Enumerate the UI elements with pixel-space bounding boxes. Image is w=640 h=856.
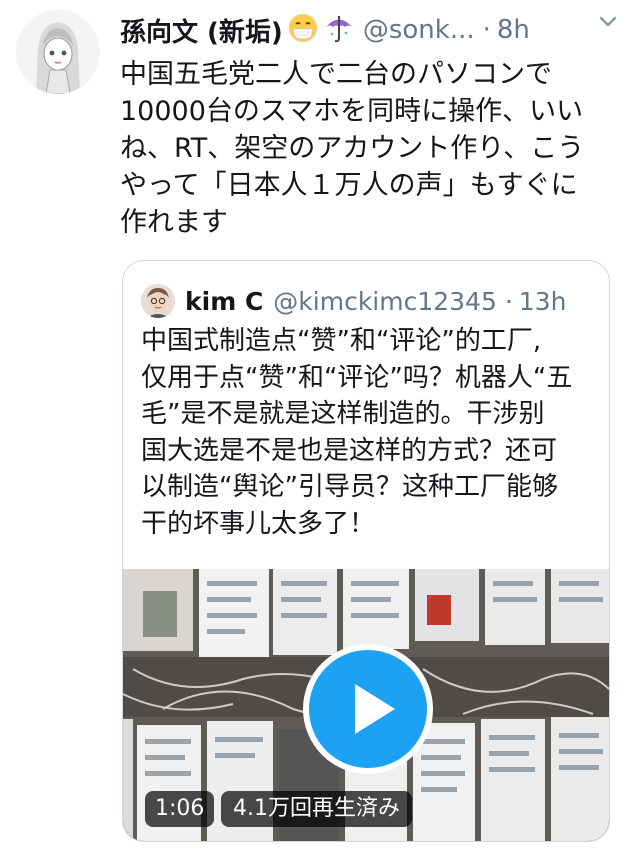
quoted-tweet-header: kim C @kimckimc12345 · 13h bbox=[141, 281, 566, 321]
author-handle[interactable]: @sonk... bbox=[363, 15, 475, 45]
quoted-author-handle[interactable]: @kimckimc12345 bbox=[273, 287, 497, 316]
separator-dot: · bbox=[504, 286, 513, 316]
video-view-count-badge: 4.1万回再生済み bbox=[221, 791, 412, 827]
quoted-tweet-timestamp[interactable]: 13h bbox=[519, 287, 567, 316]
author-avatar[interactable] bbox=[16, 10, 100, 94]
umbrella-icon bbox=[323, 12, 355, 48]
author-display-name[interactable]: 孫向文 (新垢) bbox=[120, 12, 283, 49]
face-with-medical-mask-icon bbox=[287, 12, 319, 48]
play-icon bbox=[355, 684, 395, 734]
video-player[interactable]: 1:06 4.1万回再生済み bbox=[123, 569, 609, 841]
tweet-timestamp[interactable]: 8h bbox=[497, 15, 530, 45]
tweet-header: 孫向文 (新垢) @sonk... · 8h bbox=[120, 10, 625, 50]
separator-dot: · bbox=[482, 15, 491, 45]
quoted-author-display-name[interactable]: kim C bbox=[185, 287, 263, 316]
quoted-tweet-text: 中国式制造点“赞”和“评论”的工厂, 仅用于点“赞”和“评论”吗？机器人“五 毛… bbox=[141, 326, 573, 539]
play-button[interactable] bbox=[303, 644, 433, 774]
video-duration-badge: 1:06 bbox=[145, 791, 215, 827]
quoted-tweet[interactable]: kim C @kimckimc12345 · 13h 中国式制造点“赞”和“评论… bbox=[122, 260, 610, 842]
quoted-author-avatar[interactable] bbox=[141, 284, 175, 318]
anime-girl-avatar-icon bbox=[16, 10, 100, 94]
tweet-text: 中国五毛党二人で二台のパソコンで 10000台のスマホを同時に操作、いい ね、R… bbox=[120, 59, 585, 238]
cartoon-face-avatar-icon bbox=[141, 284, 175, 318]
chevron-down-icon[interactable] bbox=[597, 10, 619, 36]
